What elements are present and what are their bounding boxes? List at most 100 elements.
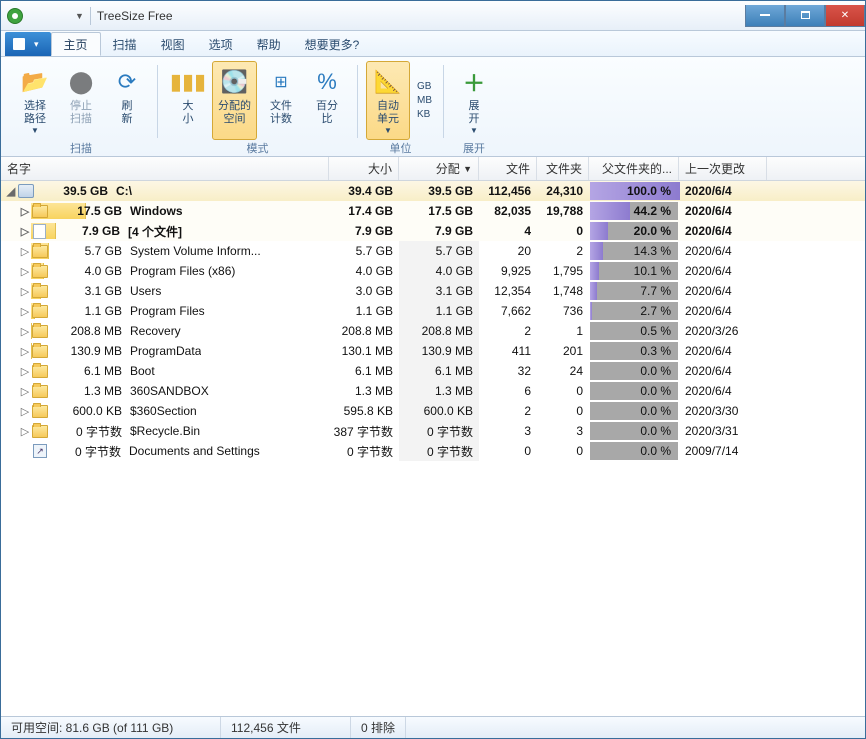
col-size[interactable]: 大小 <box>329 157 399 180</box>
expander-icon[interactable]: ▷ <box>19 265 31 278</box>
expander-icon[interactable]: ▷ <box>19 325 31 338</box>
tree-row[interactable]: ▷4.0 GBProgram Files (x86)4.0 GB4.0 GB9,… <box>1 261 865 281</box>
group-separator <box>157 65 158 138</box>
cell-alloc: 3.1 GB <box>399 281 479 301</box>
col-files[interactable]: 文件 <box>479 157 537 180</box>
cell-percent: 0.5 % <box>589 321 679 341</box>
unit-kb[interactable]: KB <box>414 108 435 121</box>
cell-modified: 2020/6/4 <box>679 184 767 198</box>
grid-icon: ⊞ <box>265 66 297 98</box>
unit-gb[interactable]: GB <box>414 80 435 93</box>
expander-icon[interactable]: ◢ <box>5 185 17 198</box>
mode-allocated-button[interactable]: 💽 分配的 空间 <box>212 61 257 140</box>
expander-icon[interactable]: ▷ <box>19 305 31 318</box>
col-folders[interactable]: 文件夹 <box>537 157 589 180</box>
tree-row[interactable]: ▷1.3 MB360SANDBOX1.3 MB1.3 MB600.0 %2020… <box>1 381 865 401</box>
cell-percent: 10.1 % <box>589 261 679 281</box>
cell-percent: 7.7 % <box>589 281 679 301</box>
expander-icon[interactable]: ▷ <box>19 225 31 238</box>
cell-modified: 2020/6/4 <box>679 344 767 358</box>
unit-mb[interactable]: MB <box>414 94 435 107</box>
cell-files: 9,925 <box>479 264 537 278</box>
status-file-count: 112,456 文件 <box>221 717 351 738</box>
window-title: TreeSize Free <box>97 9 173 23</box>
tab-3[interactable]: 选项 <box>197 32 245 56</box>
col-modified[interactable]: 上一次更改 <box>679 157 767 180</box>
cell-modified: 2020/6/4 <box>679 204 767 218</box>
cell-percent: 14.3 % <box>589 241 679 261</box>
expander-icon[interactable]: ▷ <box>19 245 31 258</box>
maximize-button[interactable] <box>785 5 825 27</box>
expander-icon[interactable]: ▷ <box>19 405 31 418</box>
item-name: System Volume Inform... <box>130 244 261 258</box>
tree-row[interactable]: ▷17.5 GBWindows17.4 GB17.5 GB82,03519,78… <box>1 201 865 221</box>
col-name[interactable]: 名字 <box>1 157 329 180</box>
cell-modified: 2020/6/4 <box>679 384 767 398</box>
close-button[interactable]: ✕ <box>825 5 865 27</box>
expand-button[interactable]: ＋ 展 开 ▼ <box>452 61 496 140</box>
size-in-name: 3.1 GB <box>52 284 130 298</box>
tab-0[interactable]: 主页 <box>51 32 101 56</box>
qat-dropdown-icon[interactable]: ▼ <box>75 11 84 21</box>
cell-files: 82,035 <box>479 204 537 218</box>
size-in-name: 208.8 MB <box>52 324 130 338</box>
tab-2[interactable]: 视图 <box>149 32 197 56</box>
file-menu-button[interactable] <box>5 32 51 56</box>
cell-alloc: 6.1 MB <box>399 361 479 381</box>
folder-icon <box>32 345 48 358</box>
tree-row[interactable]: ↗0 字节数Documents and Settings0 字节数0 字节数00… <box>1 441 865 461</box>
tab-4[interactable]: 帮助 <box>245 32 293 56</box>
mode-filecount-button[interactable]: ⊞ 文件 计数 <box>259 61 303 140</box>
folder-icon <box>32 285 48 298</box>
cell-folders: 1,795 <box>537 264 589 278</box>
stop-scan-button[interactable]: ⬤ 停止 扫描 <box>59 61 103 140</box>
item-name: Users <box>130 284 161 298</box>
size-in-name: 4.0 GB <box>52 264 130 278</box>
tree-row[interactable]: ▷5.7 GBSystem Volume Inform...5.7 GB5.7 … <box>1 241 865 261</box>
tree-row[interactable]: ▷1.1 GBProgram Files1.1 GB1.1 GB7,662736… <box>1 301 865 321</box>
cell-folders: 24 <box>537 364 589 378</box>
expander-icon[interactable]: ▷ <box>19 285 31 298</box>
expander-icon[interactable]: ▷ <box>19 345 31 358</box>
cell-modified: 2020/6/4 <box>679 304 767 318</box>
file-icon <box>33 224 46 239</box>
chevron-down-icon: ▼ <box>470 126 478 135</box>
expander-icon[interactable]: ▷ <box>19 205 31 218</box>
status-free-space: 可用空间: 81.6 GB (of 111 GB) <box>1 717 221 738</box>
cell-size: 6.1 MB <box>329 364 399 378</box>
refresh-button[interactable]: ⟳ 刷 新 <box>105 61 149 140</box>
tree-row[interactable]: ▷130.9 MBProgramData130.1 MB130.9 MB4112… <box>1 341 865 361</box>
tree-row[interactable]: ▷7.9 GB[4 个文件]7.9 GB7.9 GB4020.0 %2020/6… <box>1 221 865 241</box>
tree-body[interactable]: ◢ 39.5 GB C:\ 39.4 GB 39.5 GB 112,456 24… <box>1 181 865 716</box>
cell-folders: 736 <box>537 304 589 318</box>
tree-row[interactable]: ▷6.1 MBBoot6.1 MB6.1 MB32240.0 %2020/6/4 <box>1 361 865 381</box>
tree-row[interactable]: ▷0 字节数$Recycle.Bin387 字节数0 字节数330.0 %202… <box>1 421 865 441</box>
expander-icon[interactable]: ▷ <box>19 385 31 398</box>
cell-modified: 2020/6/4 <box>679 364 767 378</box>
link-icon: ↗ <box>33 444 47 458</box>
cell-percent: 100.0 % <box>589 181 679 201</box>
cell-alloc: 7.9 GB <box>399 221 479 241</box>
tab-5[interactable]: 想要更多? <box>293 32 372 56</box>
col-percent[interactable]: 父文件夹的... <box>589 157 679 180</box>
mode-percent-button[interactable]: % 百分 比 <box>305 61 349 140</box>
tree-row[interactable]: ▷3.1 GBUsers3.0 GB3.1 GB12,3541,7487.7 %… <box>1 281 865 301</box>
cell-alloc: 600.0 KB <box>399 401 479 421</box>
auto-unit-button[interactable]: 📐 自动 单元 ▼ <box>366 61 410 140</box>
tab-1[interactable]: 扫描 <box>101 32 149 56</box>
status-excluded: 0 排除 <box>351 717 406 738</box>
select-path-button[interactable]: 📂 选择 路径 ▼ <box>13 61 57 140</box>
expander-icon[interactable]: ▷ <box>19 425 31 438</box>
expander-icon[interactable]: ▷ <box>19 365 31 378</box>
tree-row-root[interactable]: ◢ 39.5 GB C:\ 39.4 GB 39.5 GB 112,456 24… <box>1 181 865 201</box>
minimize-button[interactable] <box>745 5 785 27</box>
bars-icon: ▮▮▮ <box>172 66 204 98</box>
item-name: ProgramData <box>130 344 201 358</box>
tree-row[interactable]: ▷600.0 KB$360Section595.8 KB600.0 KB200.… <box>1 401 865 421</box>
tree-row[interactable]: ▷208.8 MBRecovery208.8 MB208.8 MB210.5 %… <box>1 321 865 341</box>
item-name: Program Files (x86) <box>130 264 235 278</box>
col-alloc[interactable]: 分配 ▼ <box>399 157 479 180</box>
cell-alloc: 208.8 MB <box>399 321 479 341</box>
cell-modified: 2020/3/30 <box>679 404 767 418</box>
mode-size-button[interactable]: ▮▮▮ 大 小 <box>166 61 210 140</box>
